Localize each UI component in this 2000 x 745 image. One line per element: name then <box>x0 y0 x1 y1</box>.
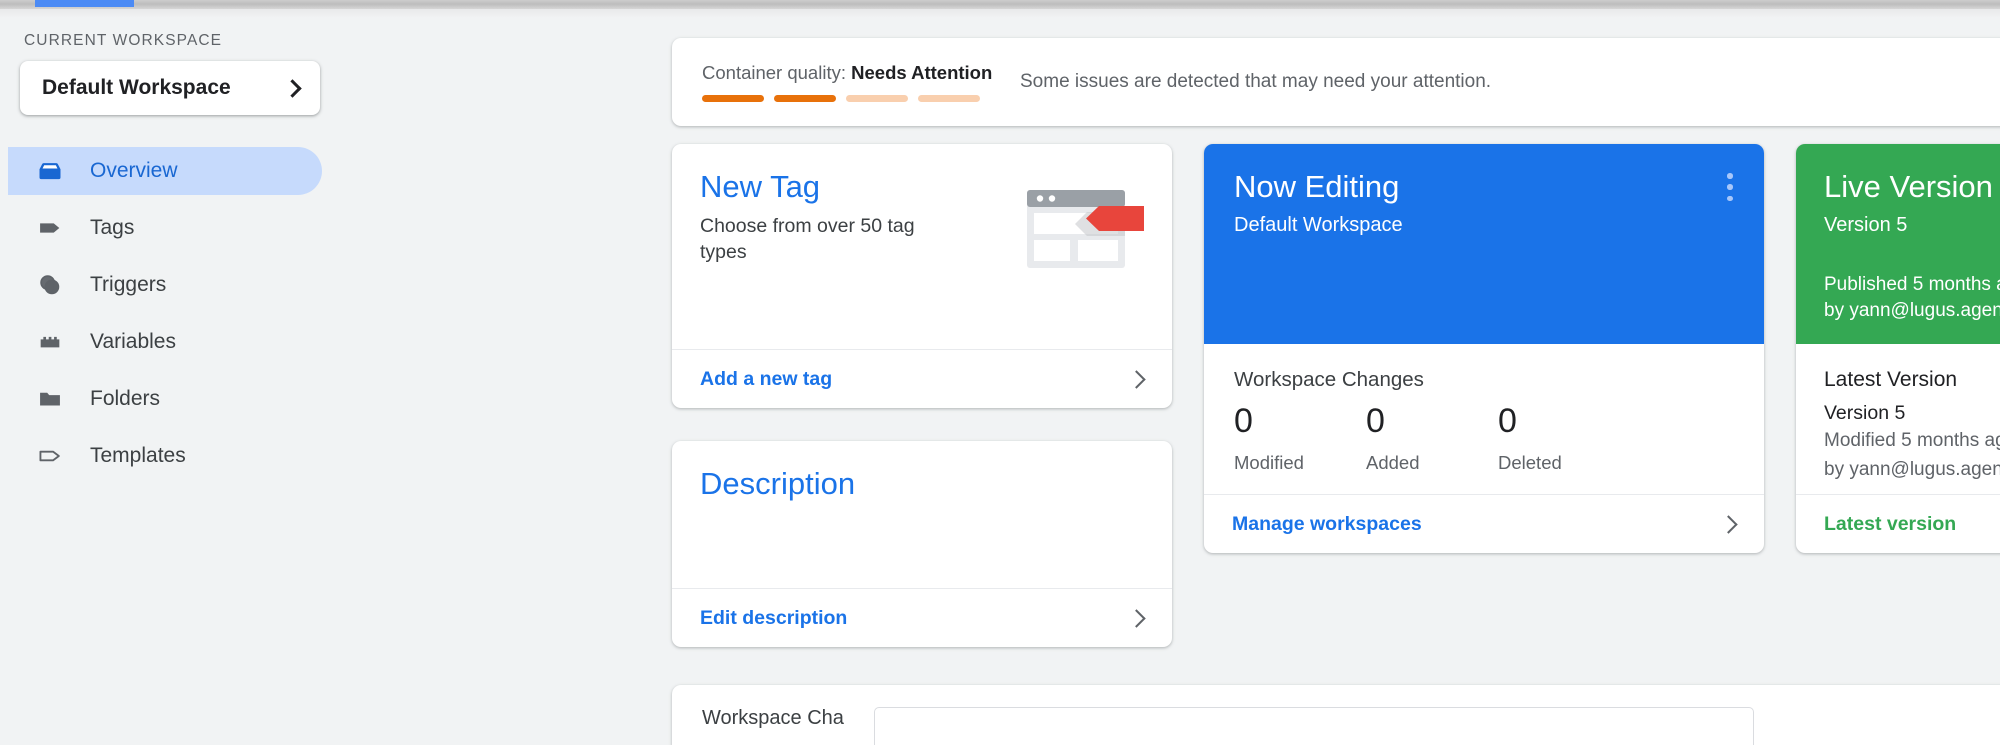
stat-label: Modified <box>1234 451 1304 473</box>
latest-version-title: Latest Version <box>1824 368 1958 391</box>
stat-modified: 0 Modified <box>1234 402 1366 474</box>
bottom-card-label: Workspace Cha <box>702 707 844 729</box>
sidebar-item-overview[interactable]: Overview <box>8 147 322 195</box>
chevron-right-icon <box>283 78 302 98</box>
stat-label: Added <box>1366 451 1420 473</box>
quality-bar-3 <box>846 95 908 102</box>
now-editing-subtitle: Default Workspace <box>1234 214 1403 237</box>
new-tag-card[interactable]: New Tag Choose from over 50 tag types Ad… <box>672 144 1172 408</box>
sidebar-item-label: Templates <box>90 444 186 467</box>
stat-label: Deleted <box>1498 451 1562 473</box>
workspace-changes-stats: 0 Modified 0 Added 0 Deleted <box>1234 402 1736 474</box>
live-version-header: Live Version Version 5 Published 5 month… <box>1796 144 2000 344</box>
sidebar-item-label: Overview <box>90 159 178 182</box>
add-new-tag-link: Add a new tag <box>700 367 833 390</box>
quality-title: Container quality: Needs Attention <box>702 62 1002 84</box>
quality-status: Needs Attention <box>851 62 993 83</box>
now-editing-header: Now Editing Default Workspace <box>1204 144 1764 344</box>
description-card[interactable]: Description Edit description <box>672 441 1172 647</box>
sidebar-item-templates[interactable]: Templates <box>8 432 322 480</box>
container-quality-banner: Container quality: Needs Attention Some … <box>672 38 2000 126</box>
app-root: CURRENT WORKSPACE Default Workspace Over… <box>0 18 2000 745</box>
chevron-right-icon <box>1127 608 1146 628</box>
add-new-tag-footer[interactable]: Add a new tag <box>672 349 1172 408</box>
live-version-title: Live Version <box>1824 169 1993 204</box>
latest-version-modified: Modified 5 months ago <box>1824 430 2000 451</box>
browser-window-with-tag-illustration <box>1023 184 1148 279</box>
live-version-published: Published 5 months ago <box>1824 273 2000 295</box>
quality-bar-2 <box>774 95 836 102</box>
workspace-changes-body: Workspace Changes 0 Modified 0 Added 0 D… <box>1204 344 1764 494</box>
tag-icon <box>36 214 64 242</box>
variable-icon <box>36 328 64 356</box>
quality-description: Some issues are detected that may need y… <box>1020 71 1492 92</box>
folder-icon <box>36 385 64 413</box>
kebab-menu-icon[interactable] <box>1718 170 1742 204</box>
quality-bar-1 <box>702 95 764 102</box>
sidebar-item-tags[interactable]: Tags <box>8 204 322 252</box>
stat-added: 0 Added <box>1366 402 1498 474</box>
sidebar: CURRENT WORKSPACE Default Workspace Over… <box>0 18 340 692</box>
sidebar-item-label: Variables <box>90 330 176 353</box>
manage-workspaces-footer[interactable]: Manage workspaces <box>1204 494 1764 553</box>
live-version-published-by: by yann@lugus.agency <box>1824 299 2000 321</box>
new-tag-title: New Tag <box>700 169 821 204</box>
stat-value: 0 <box>1366 402 1385 440</box>
live-version-meta: Published 5 months ago by yann@lugus.age… <box>1824 272 2000 324</box>
live-version-card: Live Version Version 5 Published 5 month… <box>1796 144 2000 553</box>
quality-summary: Container quality: Needs Attention <box>702 62 1002 102</box>
bottom-card-input[interactable] <box>873 707 1754 745</box>
chrome-shadow <box>0 9 2000 18</box>
sidebar-item-label: Folders <box>90 387 161 410</box>
now-editing-card: Now Editing Default Workspace Workspace … <box>1204 144 1764 553</box>
workspace-changes-bottom-card: Workspace Cha <box>672 685 2000 745</box>
quality-prefix: Container quality: <box>702 62 852 83</box>
chevron-right-icon <box>1719 514 1738 534</box>
browser-chrome-strip <box>0 0 2000 9</box>
latest-version-number: Version 5 <box>1824 402 1906 424</box>
middle-column: Now Editing Default Workspace Workspace … <box>1204 144 1764 553</box>
sidebar-item-label: Tags <box>90 216 135 239</box>
current-workspace-label: CURRENT WORKSPACE <box>24 32 223 49</box>
sidebar-item-label: Triggers <box>90 273 167 296</box>
description-title: Description <box>700 466 856 501</box>
new-tag-subtitle: Choose from over 50 tag types <box>700 215 915 263</box>
sidebar-item-triggers[interactable]: Triggers <box>8 261 322 309</box>
template-icon <box>36 442 64 470</box>
latest-version-link: Latest version <box>1824 512 1957 535</box>
new-tag-text: New Tag Choose from over 50 tag types <box>700 169 940 266</box>
overview-icon <box>36 157 64 185</box>
workspace-changes-title: Workspace Changes <box>1234 368 1424 391</box>
description-body: Description <box>672 441 1172 588</box>
stat-deleted: 0 Deleted <box>1498 402 1630 474</box>
quality-bars <box>702 95 1002 102</box>
left-column: New Tag Choose from over 50 tag types Ad… <box>672 144 1172 647</box>
stat-value: 0 <box>1498 402 1517 440</box>
main-content: Container quality: Needs Attention Some … <box>340 18 2000 745</box>
quality-bar-4 <box>918 95 980 102</box>
active-tab-indicator[interactable] <box>35 0 134 7</box>
right-column: Live Version Version 5 Published 5 month… <box>1796 144 2000 553</box>
live-version-subtitle: Version 5 <box>1824 214 1908 237</box>
workspace-selector[interactable]: Default Workspace <box>20 61 320 115</box>
latest-version-footer[interactable]: Latest version <box>1796 494 2000 553</box>
workspace-section: CURRENT WORKSPACE Default Workspace <box>0 18 340 115</box>
stat-value: 0 <box>1234 402 1253 440</box>
sidebar-item-folders[interactable]: Folders <box>8 375 322 423</box>
chevron-right-icon <box>1127 369 1146 389</box>
trigger-icon <box>36 271 64 299</box>
sidebar-item-variables[interactable]: Variables <box>8 318 322 366</box>
new-tag-body: New Tag Choose from over 50 tag types <box>672 144 1172 349</box>
workspace-name: Default Workspace <box>42 76 231 99</box>
sidebar-nav: Overview Tags Triggers Variables Folders… <box>0 147 340 480</box>
latest-version-modified-by: by yann@lugus.agency <box>1824 459 2000 481</box>
now-editing-title: Now Editing <box>1234 169 1400 204</box>
manage-workspaces-link: Manage workspaces <box>1232 512 1422 535</box>
latest-version-body: Latest Version Version 5 Modified 5 mont… <box>1796 344 2000 494</box>
edit-description-link: Edit description <box>700 606 848 629</box>
edit-description-footer[interactable]: Edit description <box>672 588 1172 647</box>
